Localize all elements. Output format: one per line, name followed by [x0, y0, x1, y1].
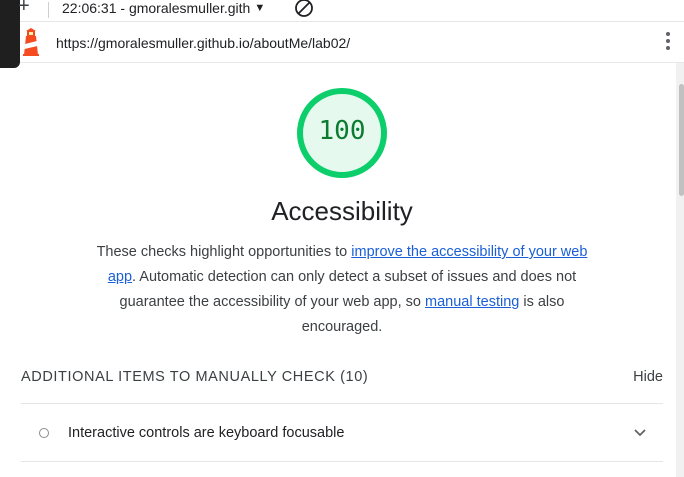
scrollbar-thumb[interactable]	[679, 84, 684, 196]
window-edge	[0, 0, 20, 68]
section-title: ADDITIONAL ITEMS TO MANUALLY CHECK (10)	[21, 369, 369, 385]
page-url[interactable]: https://gmoralesmuller.github.io/aboutMe…	[56, 35, 350, 51]
category-title: Accessibility	[271, 196, 413, 226]
score-value: 100	[318, 116, 366, 146]
toolbar-separator	[48, 2, 49, 18]
clear-block-icon[interactable]	[294, 0, 314, 18]
audit-item-label: Interactive controls are keyboard focusa…	[68, 424, 345, 441]
lighthouse-logo-icon	[23, 28, 39, 56]
manual-items-header: ADDITIONAL ITEMS TO MANUALLY CHECK (10) …	[21, 367, 663, 387]
manual-testing-link[interactable]: manual testing	[425, 294, 519, 310]
audit-item-keyboard-focusable[interactable]: Interactive controls are keyboard focusa…	[21, 404, 663, 461]
plus-icon[interactable]: +	[18, 0, 30, 16]
devtools-toolbar: 22:06:31 - gmoralesmuller.gith ▼	[0, 0, 684, 22]
hide-button[interactable]: Hide	[633, 369, 663, 385]
report-url-bar: https://gmoralesmuller.github.io/aboutMe…	[0, 22, 684, 63]
dropdown-caret-icon: ▼	[254, 2, 266, 14]
description-text-1: These checks highlight opportunities to	[96, 244, 352, 260]
category-description: These checks highlight opportunities to …	[86, 240, 598, 340]
divider	[21, 461, 663, 462]
chevron-down-icon[interactable]	[633, 428, 647, 438]
report-selector-label: 22:06:31 - gmoralesmuller.gith	[62, 0, 251, 16]
report-selector[interactable]: 22:06:31 - gmoralesmuller.gith ▼	[62, 0, 265, 16]
kebab-menu-icon[interactable]	[664, 32, 672, 54]
manual-check-bullet-icon	[39, 427, 49, 438]
